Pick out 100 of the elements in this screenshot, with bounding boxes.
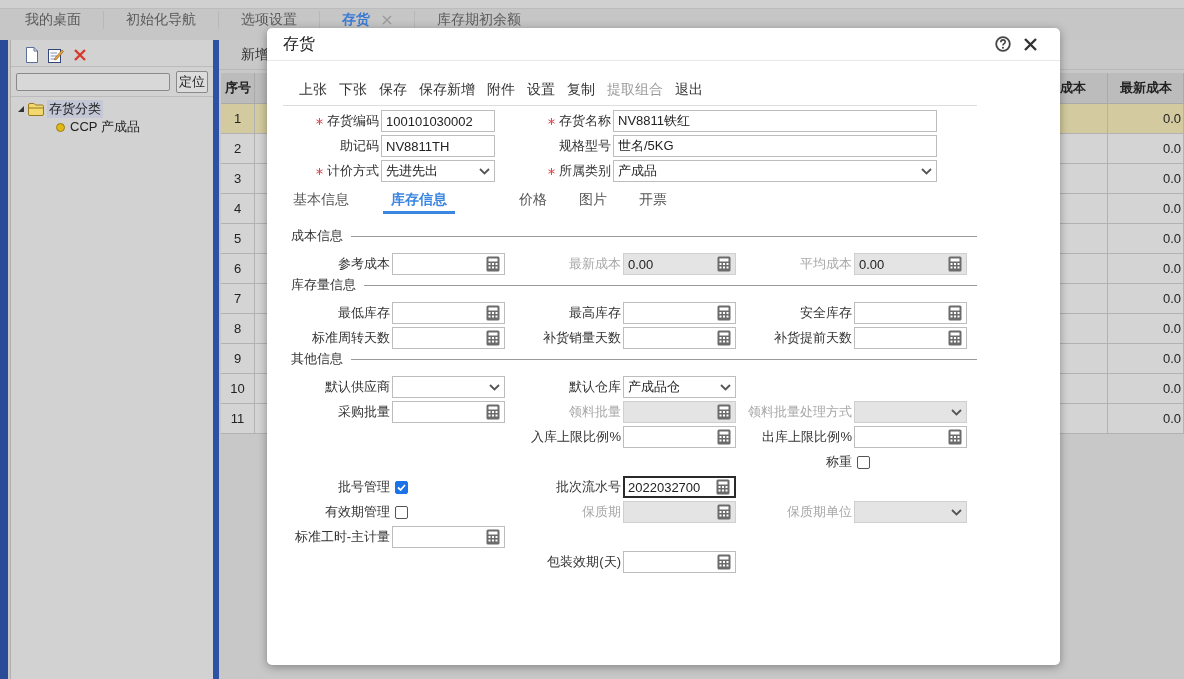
number-field[interactable]: [854, 327, 967, 349]
number-field[interactable]: [623, 426, 736, 448]
toolbar-button[interactable]: 设置: [527, 81, 555, 99]
table-cell: 3: [221, 164, 255, 194]
field-label: 存货名称: [559, 112, 611, 130]
calculator-icon[interactable]: [716, 479, 730, 495]
number-field[interactable]: [623, 551, 736, 573]
calculator-icon[interactable]: [717, 554, 731, 570]
tab[interactable]: 我的桌面: [3, 11, 104, 29]
text-field[interactable]: NV8811TH: [381, 135, 495, 157]
column-header: 最新成本: [1108, 73, 1184, 104]
dropdown[interactable]: 先进先出: [381, 160, 495, 182]
edit-icon[interactable]: [48, 47, 64, 63]
calculator-icon: [717, 256, 731, 272]
delete-icon[interactable]: [73, 48, 87, 62]
table-cell: [1060, 194, 1108, 224]
number-field[interactable]: [623, 327, 736, 349]
table-cell: 0.0: [1108, 314, 1184, 344]
toolbar-button[interactable]: 上张: [299, 81, 327, 99]
tab[interactable]: 初始化导航: [104, 11, 219, 29]
calculator-icon[interactable]: [948, 429, 962, 445]
toolbar-button[interactable]: 复制: [567, 81, 595, 99]
field-label: 平均成本: [800, 255, 852, 273]
chevron-down-icon: [951, 508, 962, 516]
table-cell: 0.0: [1108, 404, 1184, 434]
toolbar-button: 提取组合: [607, 81, 663, 99]
toolbar-button[interactable]: 保存新增: [419, 81, 475, 99]
dropdown[interactable]: 产成品: [613, 160, 937, 182]
calculator-icon[interactable]: [948, 305, 962, 321]
field-label: 称重: [826, 453, 852, 471]
chevron-down-icon: [951, 408, 962, 416]
tab[interactable]: 价格: [511, 188, 555, 214]
number-field[interactable]: [854, 426, 967, 448]
table-cell: [1060, 224, 1108, 254]
help-icon[interactable]: [995, 36, 1011, 52]
field-label: 领料批量处理方式: [748, 403, 852, 421]
text-field[interactable]: 100101030002: [381, 110, 495, 132]
section-title: 成本信息: [291, 227, 343, 245]
calculator-icon[interactable]: [717, 429, 731, 445]
folder-icon: [28, 102, 44, 116]
field-label: 领料批量: [569, 403, 621, 421]
field-label: 入库上限比例%: [531, 428, 621, 446]
field-label: 最高库存: [569, 304, 621, 322]
tab[interactable]: 基本信息: [285, 188, 357, 214]
tab[interactable]: 图片: [571, 188, 615, 214]
tree-item[interactable]: 存货分类: [47, 100, 103, 118]
calculator-icon[interactable]: [486, 330, 500, 346]
number-field[interactable]: [392, 253, 505, 275]
table-cell: 0.0: [1108, 104, 1184, 134]
number-field[interactable]: [623, 302, 736, 324]
table-cell: 2: [221, 134, 255, 164]
table-cell: 11: [221, 404, 255, 434]
table-cell: [1060, 254, 1108, 284]
calculator-icon[interactable]: [486, 305, 500, 321]
toolbar-button[interactable]: 附件: [487, 81, 515, 99]
toolbar-button[interactable]: 保存: [379, 81, 407, 99]
number-field[interactable]: [392, 526, 505, 548]
close-icon[interactable]: [1023, 36, 1038, 52]
expand-icon[interactable]: [18, 105, 25, 113]
calculator-icon[interactable]: [486, 404, 500, 420]
calculator-icon[interactable]: [717, 305, 731, 321]
number-field[interactable]: 2022032700: [623, 476, 736, 498]
checkbox[interactable]: [857, 455, 870, 469]
dropdown[interactable]: 产成品仓: [623, 376, 736, 398]
calculator-icon[interactable]: [486, 529, 500, 545]
tab[interactable]: 库存信息: [383, 188, 455, 214]
search-field[interactable]: [16, 73, 170, 91]
tab[interactable]: 库存期初余额: [415, 11, 543, 29]
new-document-icon[interactable]: [25, 47, 39, 63]
number-field[interactable]: [392, 401, 505, 423]
toolbar-button[interactable]: 退出: [675, 81, 703, 99]
number-field: 0.00: [623, 253, 736, 275]
field-label: 最新成本: [569, 255, 621, 273]
toolbar-button[interactable]: 下张: [339, 81, 367, 99]
field-label: 批号管理: [338, 478, 390, 496]
text-field[interactable]: 世名/5KG: [613, 135, 937, 157]
number-field[interactable]: [392, 327, 505, 349]
table-cell: [1060, 314, 1108, 344]
checkbox[interactable]: [395, 505, 408, 519]
field-label: 补货提前天数: [774, 329, 852, 347]
table-cell: [1060, 344, 1108, 374]
field-label: 默认供应商: [325, 378, 390, 396]
calculator-icon: [948, 256, 962, 272]
chevron-down-icon: [921, 167, 932, 175]
column-header: 成本: [1060, 73, 1108, 104]
locate-button[interactable]: 定位: [176, 71, 208, 93]
calculator-icon[interactable]: [486, 256, 500, 272]
number-field[interactable]: [392, 302, 505, 324]
table-cell: 9: [221, 344, 255, 374]
tab[interactable]: 开票: [631, 188, 675, 214]
tree-item[interactable]: CCP 产成品: [68, 118, 142, 136]
number-field[interactable]: [854, 302, 967, 324]
number-field: 0.00: [854, 253, 967, 275]
field-label: 批次流水号: [556, 478, 621, 496]
text-field[interactable]: NV8811铁红: [613, 110, 937, 132]
table-cell: 5: [221, 224, 255, 254]
field-label: 默认仓库: [569, 378, 621, 396]
calculator-icon[interactable]: [717, 330, 731, 346]
checkbox[interactable]: [395, 480, 408, 494]
calculator-icon[interactable]: [948, 330, 962, 346]
